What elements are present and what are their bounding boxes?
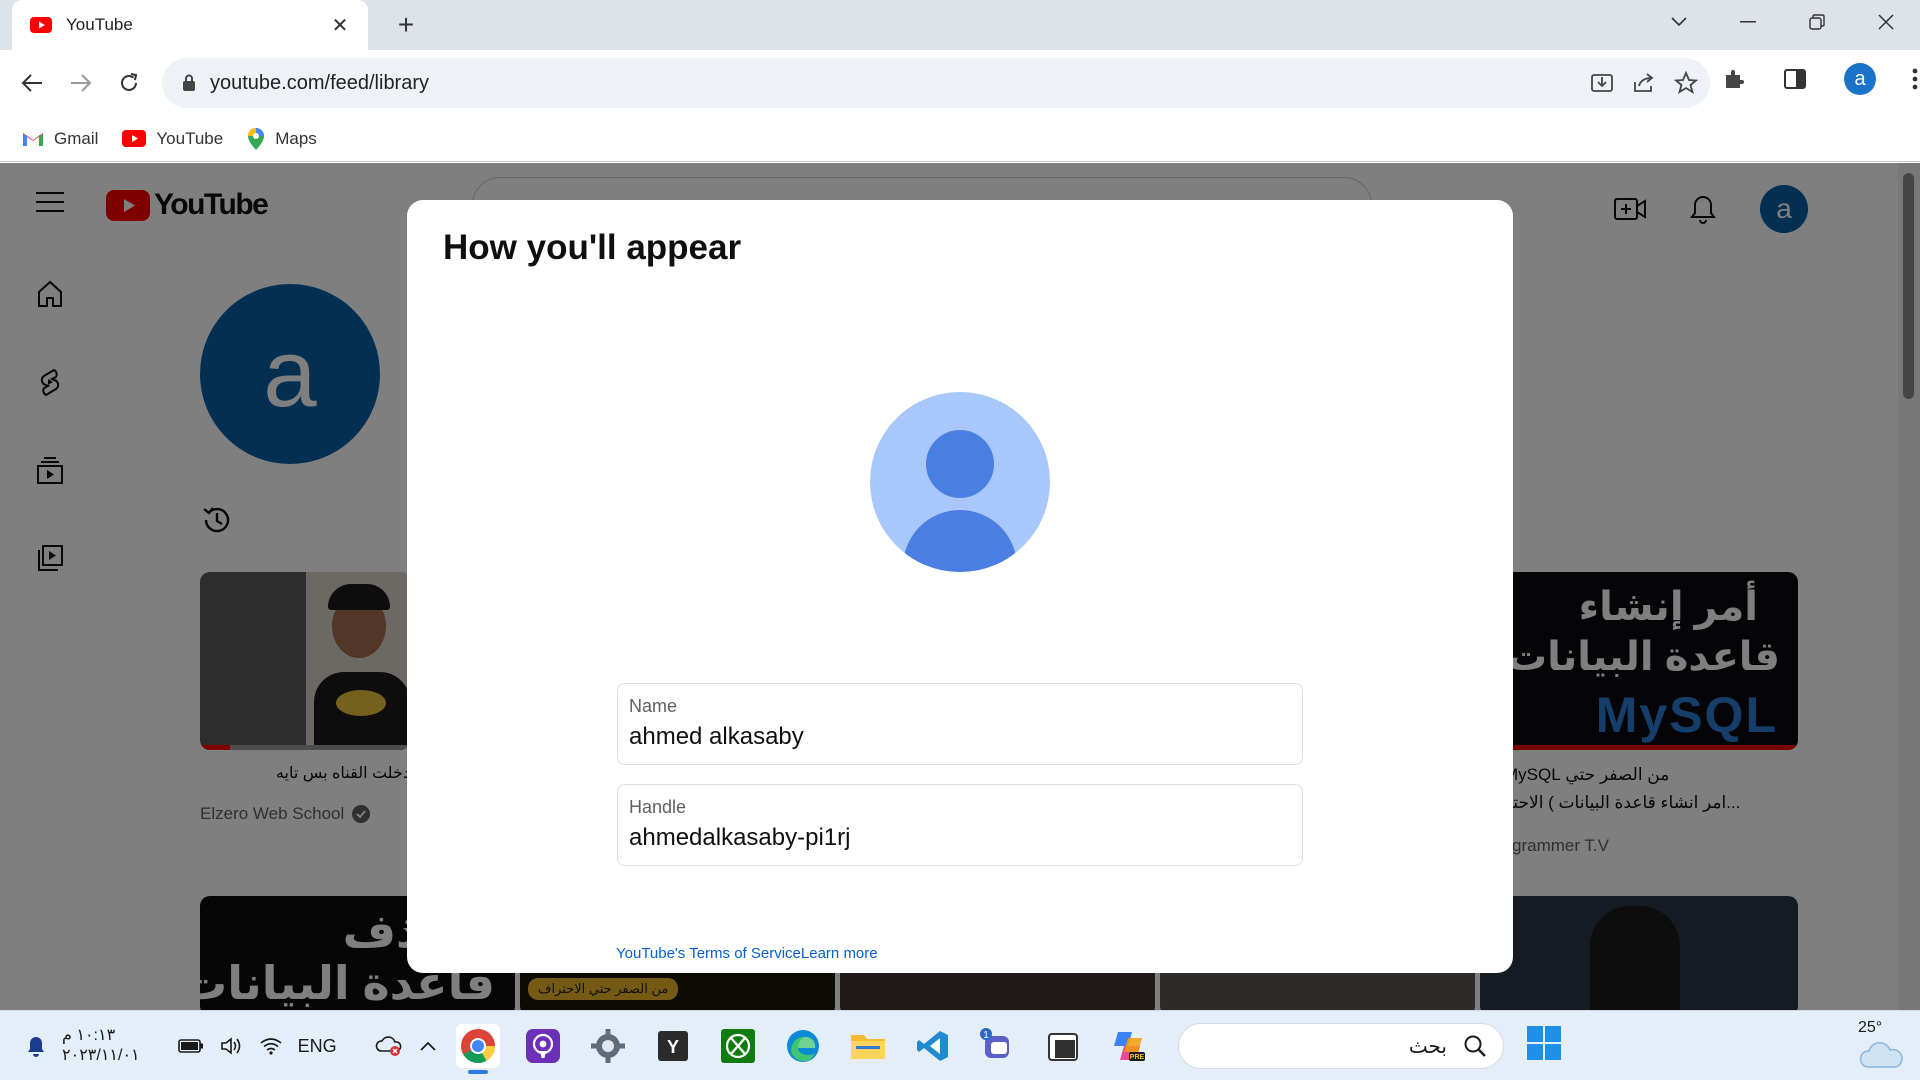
settings-icon[interactable] <box>586 1024 630 1068</box>
windows-start-icon[interactable] <box>1527 1026 1561 1060</box>
tab-youtube[interactable]: YouTube ✕ <box>12 0 368 50</box>
tab-strip: YouTube ✕ + <box>0 0 1920 50</box>
volume-icon[interactable] <box>220 1036 244 1056</box>
handle-field[interactable]: Handle ahmedalkasaby-pi1rj <box>617 784 1303 866</box>
youtube-icon <box>122 130 147 147</box>
restore-icon[interactable] <box>1782 0 1851 44</box>
bookmark-star-icon[interactable] <box>1674 71 1698 95</box>
vscode-icon[interactable] <box>911 1024 955 1068</box>
new-tab-button[interactable]: + <box>390 9 422 41</box>
search-icon <box>1464 1035 1486 1057</box>
how-you-appear-dialog: How you'll appear Name ahmed alkasaby Ha… <box>407 200 1513 973</box>
taskbar-search[interactable]: بحث <box>1178 1023 1504 1069</box>
bookmarks-bar: Gmail YouTube Maps <box>0 116 1920 162</box>
clock-time: ١٠:١٣ م <box>62 1027 116 1044</box>
show-hidden-icons-chevron-icon[interactable] <box>419 1040 437 1052</box>
windows-taskbar: ١٠:١٣ م ٢٠٢٣/١١/٠١ ENG Y 1 PRE بحث 25° <box>0 1010 1920 1080</box>
gmail-icon <box>23 133 43 146</box>
bookmark-gmail[interactable]: Gmail <box>22 129 98 149</box>
terms-of-service-link[interactable]: YouTube's Terms of Service <box>616 945 801 962</box>
edge-icon[interactable] <box>781 1024 825 1068</box>
input-language[interactable]: ENG <box>298 1036 337 1057</box>
handle-field-value[interactable]: ahmedalkasaby-pi1rj <box>629 824 1291 852</box>
learn-more-link[interactable]: Learn more <box>801 945 878 962</box>
lock-icon <box>183 74 195 91</box>
teams-icon[interactable]: 1 <box>976 1024 1020 1068</box>
tab-title: YouTube <box>66 15 133 34</box>
close-window-icon[interactable] <box>1851 0 1920 44</box>
bookmark-label: Maps <box>275 128 317 148</box>
back-arrow-icon <box>21 74 42 92</box>
youtube-favicon-icon <box>30 17 52 33</box>
weather-cloud-icon[interactable] <box>1858 1041 1906 1069</box>
chrome-icon[interactable] <box>456 1024 500 1074</box>
name-field-label: Name <box>629 696 678 716</box>
bookmark-youtube[interactable]: YouTube <box>122 129 223 149</box>
system-clock[interactable]: ١٠:١٣ م ٢٠٢٣/١١/٠١ <box>62 1026 140 1066</box>
minimize-icon[interactable] <box>1713 0 1782 44</box>
install-app-icon[interactable] <box>1590 72 1614 94</box>
podcast-app-icon[interactable] <box>521 1024 565 1068</box>
profile-avatar[interactable]: a <box>1844 63 1876 95</box>
wifi-icon[interactable] <box>260 1037 282 1055</box>
back-button[interactable] <box>12 63 52 103</box>
copilot-icon[interactable]: PRE <box>1106 1024 1150 1068</box>
file-explorer-icon[interactable] <box>846 1024 890 1068</box>
svg-text:Y: Y <box>667 1037 679 1057</box>
more-menu-icon[interactable] <box>1912 68 1918 90</box>
browser-toolbar: youtube.com/feed/library a <box>0 50 1920 116</box>
battery-icon[interactable] <box>177 1038 204 1054</box>
bookmark-maps[interactable]: Maps <box>247 127 317 151</box>
bookmark-label: YouTube <box>156 128 224 148</box>
weather-temperature[interactable]: 25° <box>1858 1019 1882 1037</box>
onedrive-error-icon[interactable] <box>375 1035 403 1057</box>
address-bar[interactable]: youtube.com/feed/library <box>162 58 1710 108</box>
name-field-value[interactable]: ahmed alkasaby <box>629 723 1291 751</box>
default-avatar-icon[interactable] <box>870 392 1050 572</box>
handle-field-label: Handle <box>629 797 687 817</box>
forward-arrow-icon <box>71 74 92 92</box>
forward-button[interactable] <box>61 63 101 103</box>
reload-button[interactable] <box>109 63 149 103</box>
window-controls <box>1644 0 1920 44</box>
svg-text:PRE: PRE <box>1130 1054 1145 1061</box>
yandex-icon[interactable]: Y <box>651 1024 695 1068</box>
dialog-title: How you'll appear <box>443 228 742 267</box>
notification-bell-icon[interactable] <box>26 1035 46 1057</box>
maps-pin-icon <box>248 127 265 150</box>
tab-search-icon[interactable] <box>1644 0 1713 44</box>
xbox-icon[interactable] <box>716 1024 760 1068</box>
svg-text:1: 1 <box>983 1030 989 1041</box>
clock-date: ٢٠٢٣/١١/٠١ <box>62 1047 140 1064</box>
bookmark-label: Gmail <box>54 128 99 148</box>
search-placeholder: بحث <box>1408 1035 1447 1058</box>
name-field[interactable]: Name ahmed alkasaby <box>617 683 1303 765</box>
reload-icon <box>121 73 138 91</box>
tab-close-icon[interactable]: ✕ <box>326 13 354 38</box>
extensions-icon[interactable] <box>1722 67 1746 91</box>
share-icon[interactable] <box>1632 72 1656 94</box>
terms-row: YouTube's Terms of ServiceLearn more <box>616 945 878 962</box>
notepad-icon[interactable] <box>1041 1024 1085 1068</box>
address-url: youtube.com/feed/library <box>210 71 430 94</box>
side-panel-icon[interactable] <box>1784 69 1806 89</box>
